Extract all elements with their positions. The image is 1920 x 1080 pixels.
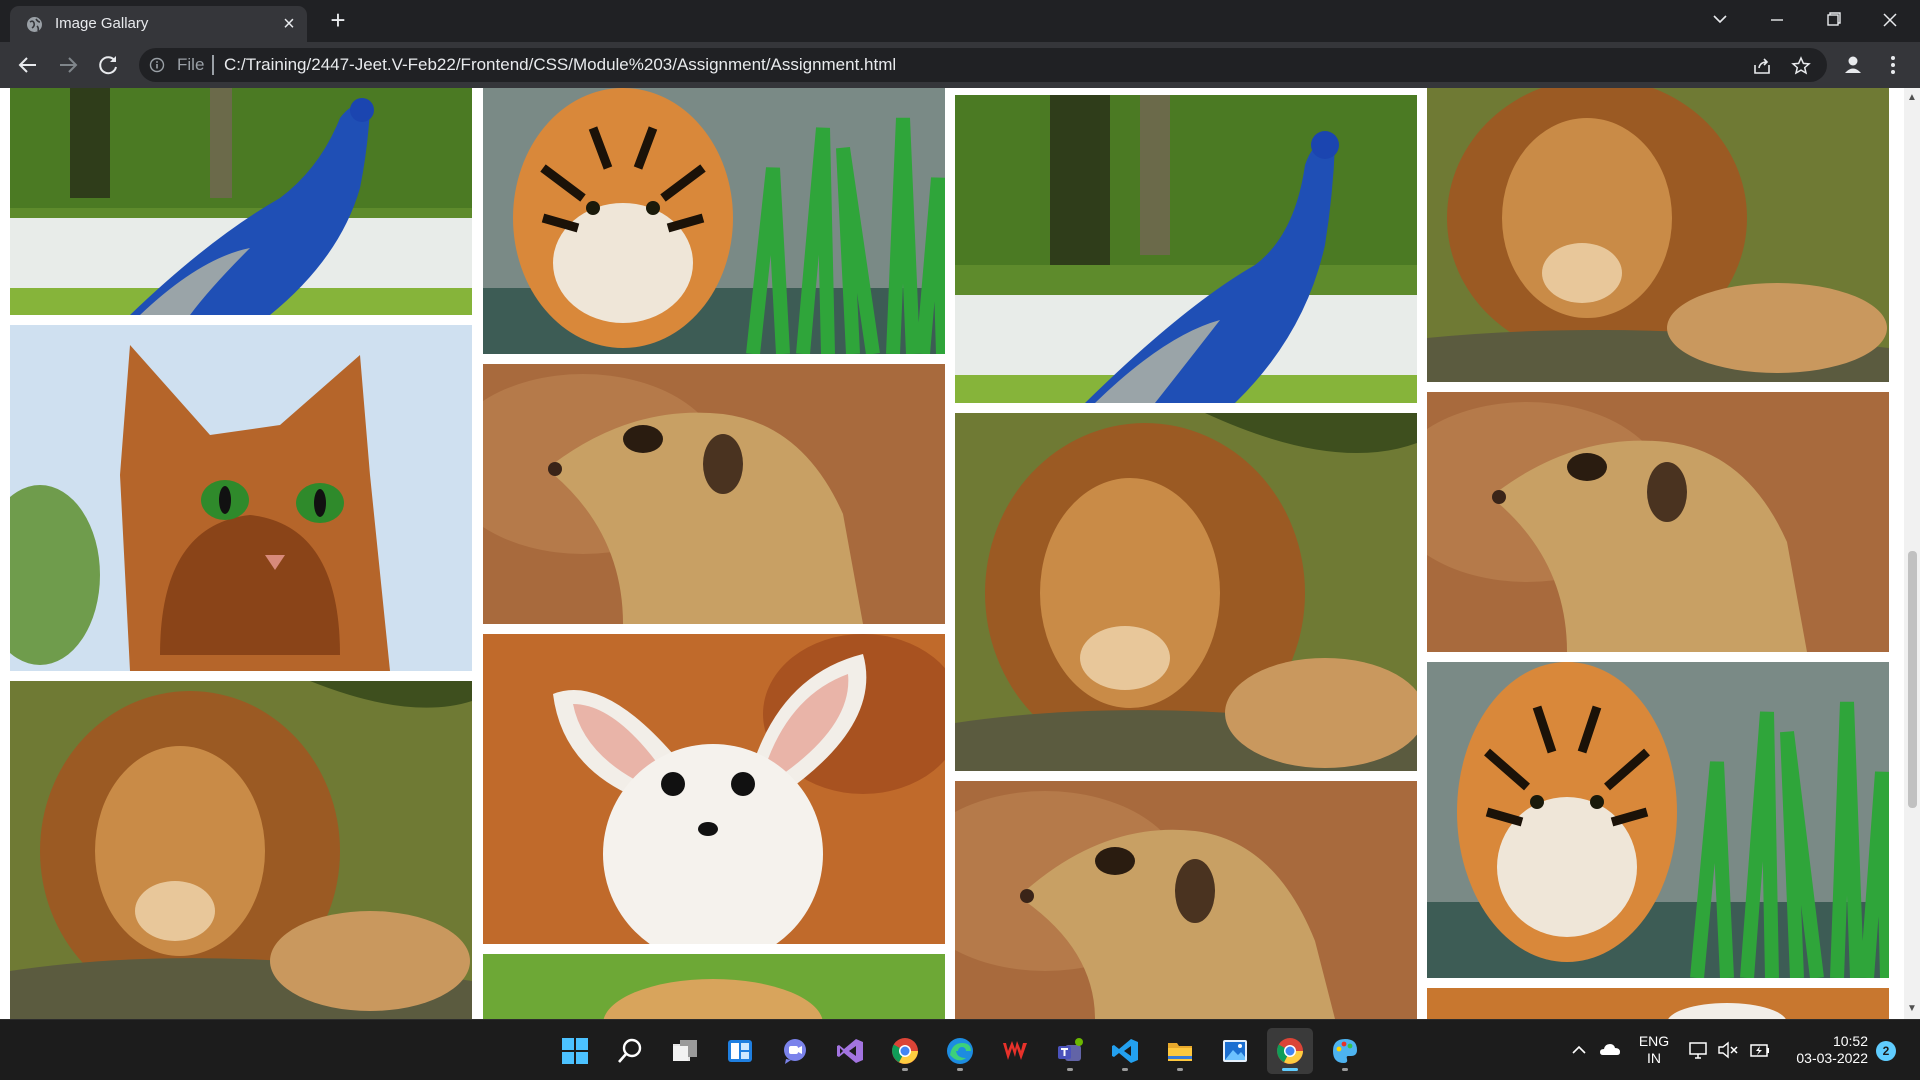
file-explorer-icon xyxy=(1168,1043,1192,1061)
show-hidden-icons-chevron-icon[interactable] xyxy=(1568,1039,1590,1061)
wps-office-button[interactable] xyxy=(992,1028,1038,1074)
running-indicator xyxy=(957,1068,963,1071)
region-code: IN xyxy=(1647,1050,1661,1066)
close-window-icon[interactable] xyxy=(1870,4,1910,36)
start-icon xyxy=(562,1038,588,1064)
share-icon[interactable] xyxy=(1751,55,1773,77)
task-view-icon xyxy=(673,1040,697,1061)
visual-studio-icon xyxy=(837,1039,863,1063)
scrollbar-thumb[interactable] xyxy=(1908,551,1917,808)
clock-date: 03-03-2022 xyxy=(1796,1050,1868,1066)
notification-badge[interactable]: 2 xyxy=(1876,1041,1896,1061)
volume-muted-icon[interactable] xyxy=(1717,1039,1739,1061)
language-code: ENG xyxy=(1638,1033,1670,1049)
tab-title: Image Gallary xyxy=(55,15,149,32)
address-bar[interactable]: File C:/Training/2447-Jeet.V-Feb22/Front… xyxy=(139,48,1827,82)
widgets-icon xyxy=(728,1040,752,1062)
input-language-indicator[interactable]: ENG IN xyxy=(1637,1033,1671,1067)
battery-charging-icon[interactable] xyxy=(1748,1039,1770,1061)
running-indicator xyxy=(1177,1068,1183,1071)
peacock-image xyxy=(10,88,472,315)
profile-icon[interactable] xyxy=(1840,52,1866,78)
image-gallery xyxy=(0,88,1904,1019)
teams-button[interactable] xyxy=(1047,1028,1093,1074)
meerkat-image xyxy=(483,364,945,624)
tab-strip: Image Gallary × + xyxy=(0,0,1920,42)
tiger-image xyxy=(483,88,945,354)
taskbar-search-button[interactable] xyxy=(607,1028,653,1074)
file-explorer-button[interactable] xyxy=(1157,1028,1203,1074)
lion-image xyxy=(955,413,1417,771)
network-icon[interactable] xyxy=(1688,1039,1710,1061)
edge-button[interactable] xyxy=(937,1028,983,1074)
forward-arrow-icon[interactable] xyxy=(52,49,84,81)
menu-kebab-icon[interactable] xyxy=(1880,52,1906,78)
chrome-icon xyxy=(892,1038,918,1064)
tiger-image xyxy=(1427,662,1889,978)
edge-icon xyxy=(947,1038,973,1064)
windows-taskbar: ENG IN 10:52 03-03-2022 2 xyxy=(0,1019,1920,1080)
scroll-up-arrow-icon[interactable]: ▲ xyxy=(1904,90,1920,106)
minimize-icon[interactable] xyxy=(1757,4,1797,36)
running-indicator xyxy=(902,1068,908,1071)
system-clock[interactable]: 10:52 03-03-2022 xyxy=(1784,1033,1868,1067)
running-indicator xyxy=(1067,1068,1073,1071)
running-indicator xyxy=(1122,1068,1128,1071)
file-scheme-label: File xyxy=(177,55,205,74)
orange-animal-image xyxy=(1427,988,1889,1019)
active-indicator xyxy=(1282,1068,1298,1071)
peacock-image xyxy=(955,95,1417,403)
tab-image-gallary[interactable]: Image Gallary × xyxy=(10,6,307,42)
clock-time: 10:52 xyxy=(1832,1033,1868,1049)
bookmark-star-icon[interactable] xyxy=(1790,55,1812,77)
fennec-fox-image xyxy=(483,634,945,944)
paint-button[interactable] xyxy=(1322,1028,1368,1074)
chrome-active-button[interactable] xyxy=(1267,1028,1313,1074)
green-animal-image xyxy=(483,954,945,1019)
photos-button[interactable] xyxy=(1212,1028,1258,1074)
start-button[interactable] xyxy=(552,1028,598,1074)
chrome-icon xyxy=(1277,1038,1303,1064)
vscode-icon xyxy=(1112,1039,1138,1063)
paint-icon xyxy=(1333,1039,1357,1063)
onedrive-cloud-icon[interactable] xyxy=(1599,1039,1621,1061)
wps-office-icon xyxy=(1003,1041,1027,1060)
task-view-button[interactable] xyxy=(662,1028,708,1074)
tab-close-icon[interactable]: × xyxy=(280,14,298,34)
chat-button[interactable] xyxy=(772,1028,818,1074)
tab-search-icon[interactable] xyxy=(1700,4,1740,36)
info-icon[interactable] xyxy=(149,57,165,73)
widgets-button[interactable] xyxy=(717,1028,763,1074)
teams-icon xyxy=(1058,1038,1083,1061)
photos-icon xyxy=(1223,1040,1247,1062)
browser-toolbar: File C:/Training/2447-Jeet.V-Feb22/Front… xyxy=(0,42,1920,88)
meerkat-image xyxy=(1427,392,1889,652)
vscode-button[interactable] xyxy=(1102,1028,1148,1074)
new-tab-button[interactable]: + xyxy=(326,7,350,33)
running-indicator xyxy=(1342,1068,1348,1071)
globe-icon xyxy=(27,17,42,32)
address-separator xyxy=(212,55,214,75)
vertical-scrollbar[interactable]: ▲ ▼ xyxy=(1904,88,1920,1019)
back-arrow-icon[interactable] xyxy=(12,49,44,81)
chrome-taskbar-button[interactable] xyxy=(882,1028,928,1074)
scroll-down-arrow-icon[interactable]: ▼ xyxy=(1904,1001,1920,1017)
lion-image xyxy=(1427,88,1889,382)
meerkat-image xyxy=(955,781,1417,1019)
chat-icon xyxy=(784,1039,806,1064)
url-text[interactable]: C:/Training/2447-Jeet.V-Feb22/Frontend/C… xyxy=(224,56,896,74)
restore-icon[interactable] xyxy=(1813,4,1853,36)
lion-image xyxy=(10,681,472,1019)
visual-studio-button[interactable] xyxy=(827,1028,873,1074)
cat-image xyxy=(10,325,472,671)
search-icon xyxy=(618,1038,642,1063)
reload-icon[interactable] xyxy=(92,49,124,81)
